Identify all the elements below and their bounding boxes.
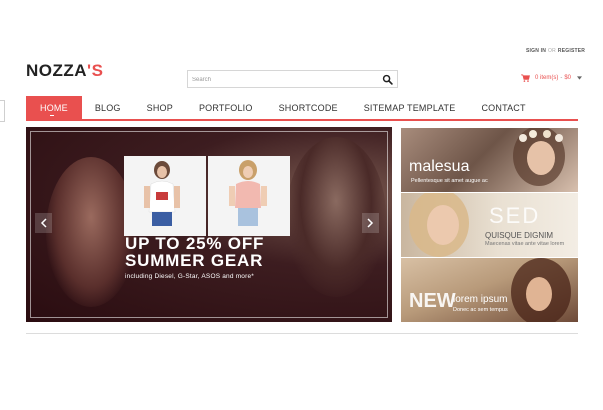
main-navigation: HOME BLOG SHOP PORTFOLIO SHORTCODE SITEM…: [26, 96, 578, 121]
search-input[interactable]: [192, 73, 372, 86]
promo-banner-2[interactable]: SED QUISQUE DIGNIM Maecenas vitae ante v…: [401, 193, 578, 257]
account-links: SIGN IN OR REGISTER: [526, 48, 585, 54]
promo-3-title: NEW: [409, 290, 456, 312]
promo-1-title: malesua: [409, 158, 470, 175]
nav-item-shortcode[interactable]: SHORTCODE: [253, 96, 338, 119]
product-photo-2: [208, 156, 290, 236]
slider-headline-line-1: UP TO 25% OFF: [125, 234, 265, 253]
promo-banner-1[interactable]: malesua Pellentesque sit amet augue ac: [401, 128, 578, 192]
cart-icon: [521, 74, 530, 82]
promo-2-subtitle: QUISQUE DIGNIM: [485, 231, 554, 240]
nav-item-home[interactable]: HOME: [26, 96, 82, 119]
promo-2-title: SED: [489, 203, 541, 228]
caret-down-icon: [577, 76, 583, 80]
slider-headline-line-2: SUMMER GEAR: [125, 251, 264, 270]
nav-item-portfolio[interactable]: PORTFOLIO: [173, 96, 253, 119]
search-box: [187, 70, 398, 88]
logo-accent-text: 'S: [87, 61, 104, 80]
nav-item-shop[interactable]: SHOP: [121, 96, 173, 119]
product-photo-1: [124, 156, 206, 236]
promo-2-caption: Maecenas vitae ante vitae lorem: [485, 241, 565, 247]
site-logo[interactable]: NOZZA'S: [26, 61, 103, 81]
nav-item-contact[interactable]: CONTACT: [455, 96, 525, 119]
promo-3-caption: Donec ac sem tempus: [453, 307, 508, 313]
slider-subtext: including Diesel, G-Star, ASOS and more*: [125, 273, 255, 280]
content-divider: [26, 333, 578, 334]
slider-prev-button[interactable]: [35, 213, 52, 233]
cart-total: $0: [564, 75, 572, 81]
cart-item-count: 0 item(s): [535, 75, 559, 81]
nav-item-blog[interactable]: BLOG: [82, 96, 121, 119]
search-icon[interactable]: [382, 74, 393, 85]
promo-1-caption: Pellentesque sit amet augue ac: [411, 178, 488, 184]
slider-next-button[interactable]: [362, 213, 379, 233]
promo-column: malesua Pellentesque sit amet augue ac S…: [401, 128, 578, 322]
side-tab[interactable]: [0, 100, 5, 122]
slider-headline: UP TO 25% OFF SUMMER GEAR: [125, 235, 264, 269]
sign-in-link[interactable]: SIGN IN: [526, 48, 546, 54]
chevron-right-icon: [367, 218, 374, 228]
chevron-left-icon: [40, 218, 47, 228]
hero-slider[interactable]: UP TO 25% OFF SUMMER GEAR including Dies…: [26, 127, 392, 322]
logo-main-text: NOZZA: [26, 61, 88, 80]
mini-cart[interactable]: 0 item(s) - $0: [521, 73, 583, 83]
register-link[interactable]: REGISTER: [558, 48, 585, 54]
nav-item-sitemap-template[interactable]: SITEMAP TEMPLATE: [338, 96, 456, 119]
promo-3-title-2: lorem ipsum: [453, 294, 508, 305]
or-separator: OR: [548, 48, 556, 54]
promo-banner-3[interactable]: NEW lorem ipsum Donec ac sem tempus: [401, 258, 578, 322]
